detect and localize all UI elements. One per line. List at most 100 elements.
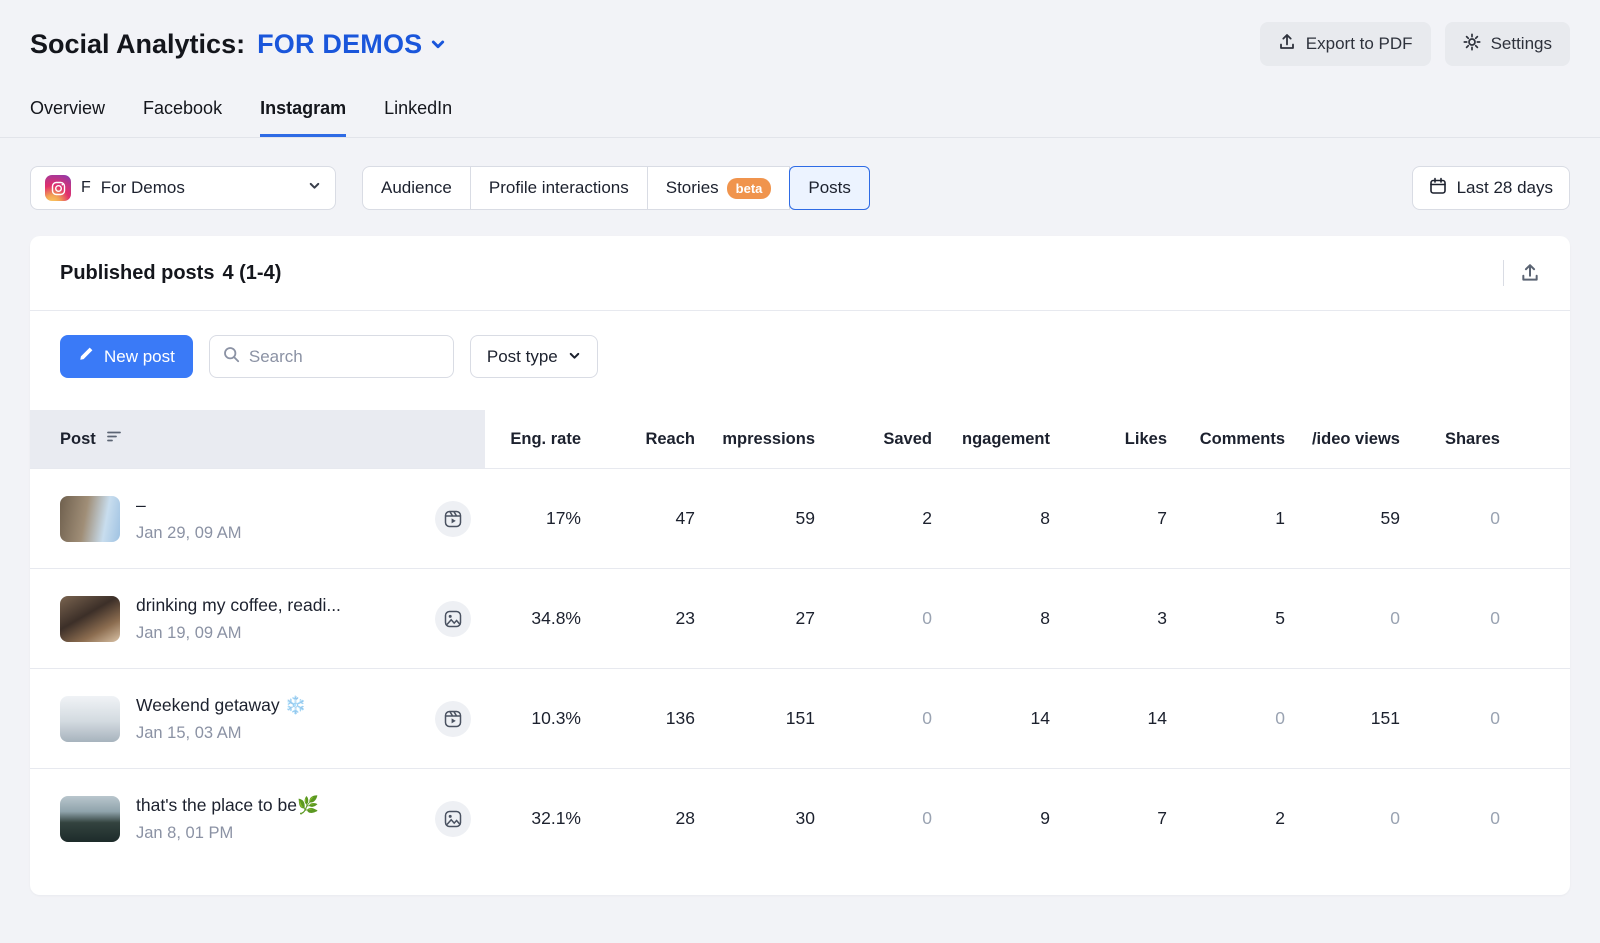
cell-spacer [1500, 569, 1570, 669]
cell-reach: 47 [581, 469, 695, 569]
table-row[interactable]: that's the place to be🌿 Jan 8, 01 PM 32.… [30, 769, 1570, 869]
post-date: Jan 8, 01 PM [136, 824, 319, 843]
post-cell[interactable]: Weekend getaway ❄️ Jan 15, 03 AM [30, 669, 485, 769]
settings-button[interactable]: Settings [1445, 22, 1570, 66]
post-title[interactable]: that's the place to be🌿 [136, 795, 319, 816]
cell-eng-rate: 34.8% [485, 569, 581, 669]
cell-comments: 0 [1167, 669, 1285, 769]
segment-stories[interactable]: Stories beta [647, 166, 791, 210]
tab-instagram[interactable]: Instagram [260, 98, 346, 137]
search-input[interactable] [249, 347, 440, 367]
column-header-spacer [1500, 410, 1570, 469]
cell-impressions: 151 [695, 669, 815, 769]
column-header-likes[interactable]: Likes [1050, 410, 1167, 469]
project-selector[interactable]: FOR DEMOS [257, 29, 446, 60]
post-thumbnail[interactable] [60, 496, 120, 542]
post-type-dropdown[interactable]: Post type [470, 335, 598, 378]
cell-reach: 23 [581, 569, 695, 669]
posts-table: Post Eng. rate Reach mpressions Saved ng… [30, 410, 1570, 869]
image-icon [435, 601, 471, 637]
post-thumbnail[interactable] [60, 696, 120, 742]
cell-reach: 28 [581, 769, 695, 869]
report-segmented-control: Audience Profile interactions Stories be… [362, 166, 870, 210]
post-date: Jan 19, 09 AM [136, 624, 341, 643]
tab-overview[interactable]: Overview [30, 98, 105, 137]
cell-video-views: 59 [1285, 469, 1400, 569]
cell-saved: 2 [815, 469, 932, 569]
instagram-icon [45, 175, 71, 201]
export-table-button[interactable] [1520, 263, 1540, 283]
image-icon [435, 801, 471, 837]
post-cell[interactable]: – Jan 29, 09 AM [30, 469, 485, 569]
table-row[interactable]: drinking my coffee, readi... Jan 19, 09 … [30, 569, 1570, 669]
segment-stories-label: Stories [666, 178, 719, 198]
panel-title: Published posts [60, 262, 214, 285]
pencil-icon [78, 346, 94, 367]
cell-spacer [1500, 769, 1570, 869]
cell-comments: 5 [1167, 569, 1285, 669]
post-thumbnail[interactable] [60, 596, 120, 642]
video-icon [435, 701, 471, 737]
date-range-button[interactable]: Last 28 days [1412, 166, 1570, 210]
post-title[interactable]: Weekend getaway ❄️ [136, 695, 306, 716]
column-header-saved[interactable]: Saved [815, 410, 932, 469]
new-post-button[interactable]: New post [60, 335, 193, 378]
post-cell[interactable]: drinking my coffee, readi... Jan 19, 09 … [30, 569, 485, 669]
posts-toolbar: New post Post type [30, 311, 1570, 378]
published-posts-panel: Published posts 4 (1-4) New post [30, 236, 1570, 895]
sort-icon[interactable] [106, 429, 123, 449]
cell-shares: 0 [1400, 669, 1500, 769]
account-selector[interactable]: F For Demos [30, 166, 336, 210]
cell-reach: 136 [581, 669, 695, 769]
column-header-engagement[interactable]: ngagement [932, 410, 1050, 469]
cell-eng-rate: 17% [485, 469, 581, 569]
cell-shares: 0 [1400, 469, 1500, 569]
chevron-down-icon [308, 179, 321, 197]
post-cell[interactable]: that's the place to be🌿 Jan 8, 01 PM [30, 769, 485, 869]
tab-bar: Overview Facebook Instagram LinkedIn [0, 98, 1600, 138]
column-header-video-views[interactable]: /ideo views [1285, 410, 1400, 469]
column-header-shares[interactable]: Shares [1400, 410, 1500, 469]
table-row[interactable]: Weekend getaway ❄️ Jan 15, 03 AM 10.3% 1… [30, 669, 1570, 769]
table-row[interactable]: – Jan 29, 09 AM 17% 47 59 2 8 7 1 59 0 [30, 469, 1570, 569]
filter-controls: F For Demos Audience Profile interaction… [30, 166, 1570, 210]
cell-likes: 7 [1050, 769, 1167, 869]
search-icon [223, 346, 240, 368]
post-type-label: Post type [487, 347, 558, 367]
column-header-eng-rate[interactable]: Eng. rate [485, 410, 581, 469]
divider [1503, 260, 1504, 286]
cell-likes: 3 [1050, 569, 1167, 669]
tab-linkedin[interactable]: LinkedIn [384, 98, 452, 137]
cell-eng-rate: 10.3% [485, 669, 581, 769]
chevron-down-icon [430, 36, 446, 57]
cell-comments: 2 [1167, 769, 1285, 869]
segment-profile-interactions-label: Profile interactions [489, 178, 629, 198]
cell-impressions: 27 [695, 569, 815, 669]
column-header-comments[interactable]: Comments [1167, 410, 1285, 469]
post-thumbnail[interactable] [60, 796, 120, 842]
segment-audience[interactable]: Audience [362, 166, 471, 210]
export-pdf-button[interactable]: Export to PDF [1260, 22, 1431, 66]
segment-posts-label: Posts [808, 178, 851, 198]
post-title[interactable]: – [136, 495, 242, 516]
segment-posts[interactable]: Posts [789, 166, 870, 210]
cell-shares: 0 [1400, 769, 1500, 869]
tab-facebook[interactable]: Facebook [143, 98, 222, 137]
segment-audience-label: Audience [381, 178, 452, 198]
cell-engagement: 14 [932, 669, 1050, 769]
cell-eng-rate: 32.1% [485, 769, 581, 869]
cell-saved: 0 [815, 769, 932, 869]
column-header-impressions[interactable]: mpressions [695, 410, 815, 469]
project-name[interactable]: FOR DEMOS [257, 29, 422, 60]
segment-profile-interactions[interactable]: Profile interactions [470, 166, 648, 210]
search-box [209, 335, 454, 378]
top-header: Social Analytics: FOR DEMOS Export to PD… [30, 0, 1570, 66]
settings-label: Settings [1491, 34, 1552, 54]
post-date: Jan 29, 09 AM [136, 524, 242, 543]
video-icon [435, 501, 471, 537]
cell-saved: 0 [815, 569, 932, 669]
post-title[interactable]: drinking my coffee, readi... [136, 595, 341, 616]
column-header-reach[interactable]: Reach [581, 410, 695, 469]
page: Social Analytics: FOR DEMOS Export to PD… [0, 0, 1600, 895]
column-header-post[interactable]: Post [30, 410, 485, 469]
